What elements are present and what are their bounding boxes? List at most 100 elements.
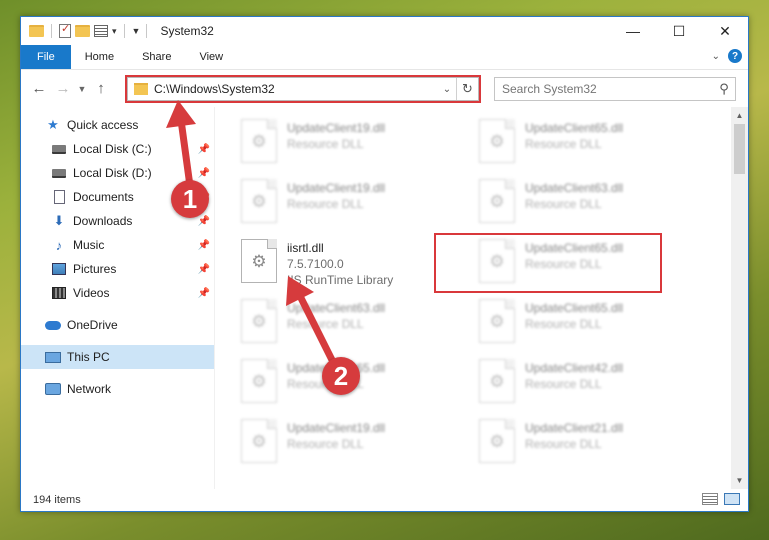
folder-icon bbox=[134, 83, 148, 95]
file-version: 7.5.7100.0 bbox=[287, 257, 344, 271]
large-icons-view-icon[interactable] bbox=[724, 493, 740, 505]
sidebar-item-local-disk-c[interactable]: Local Disk (C:) 📌 bbox=[21, 137, 214, 161]
scroll-down-icon[interactable]: ▼ bbox=[731, 472, 748, 489]
sidebar-item-videos[interactable]: Videos 📌 bbox=[21, 281, 214, 305]
vertical-scrollbar[interactable]: ▲ ▼ bbox=[731, 107, 748, 489]
file-item[interactable]: ⚙ UpdateClient63.dll Resource DLL bbox=[479, 175, 717, 235]
sidebar-item-onedrive[interactable]: OneDrive bbox=[21, 313, 214, 337]
file-name: UpdateClient21.dll bbox=[525, 421, 624, 435]
file-name: UpdateClient65.dll bbox=[525, 301, 624, 315]
sidebar-item-label: Pictures bbox=[73, 262, 117, 276]
tab-view[interactable]: View bbox=[185, 45, 237, 69]
window-controls: — ☐ ✕ bbox=[610, 17, 748, 45]
pc-icon bbox=[45, 350, 61, 364]
file-item[interactable]: ⚙ UpdateClient21.dll Resource DLL bbox=[479, 415, 717, 475]
file-type: Resource DLL bbox=[525, 377, 602, 391]
file-item[interactable]: ⚙ UpdateClient63.dll Resource DLL bbox=[241, 295, 479, 355]
content-area: ★ Quick access Local Disk (C:) 📌 Local D… bbox=[21, 107, 748, 489]
new-folder-icon[interactable] bbox=[75, 25, 90, 37]
documents-icon bbox=[51, 190, 67, 204]
close-button[interactable]: ✕ bbox=[702, 17, 748, 45]
minimize-button[interactable]: — bbox=[610, 17, 656, 45]
sidebar-item-label: Local Disk (D:) bbox=[73, 166, 152, 180]
dll-file-icon: ⚙ bbox=[241, 419, 277, 463]
title-divider bbox=[146, 24, 148, 38]
properties-icon[interactable] bbox=[59, 22, 71, 38]
downloads-icon: ⬇ bbox=[53, 213, 65, 228]
dll-file-icon: ⚙ bbox=[479, 239, 515, 283]
sidebar-item-label: Local Disk (C:) bbox=[73, 142, 152, 156]
file-name: UpdateClient63.dll bbox=[287, 301, 386, 315]
chevron-down-icon[interactable]: ▾ bbox=[112, 26, 117, 37]
file-item[interactable]: ⚙ UpdateClient19.dll Resource DLL bbox=[241, 175, 479, 235]
sidebar-item-this-pc[interactable]: This PC bbox=[21, 345, 214, 369]
scroll-thumb[interactable] bbox=[734, 124, 745, 174]
file-item[interactable]: ⚙ UpdateClient19.dll Resource DLL bbox=[241, 115, 479, 175]
forward-arrow-icon[interactable]: → bbox=[51, 80, 75, 97]
file-item[interactable]: ⚙ UpdateClient65.dllResource DLL bbox=[479, 295, 717, 355]
file-name: UpdateClient63.dll bbox=[525, 181, 624, 195]
tab-home[interactable]: Home bbox=[71, 45, 128, 69]
file-type: Resource DLL bbox=[525, 317, 602, 331]
search-input[interactable] bbox=[502, 82, 713, 96]
item-count: 194 items bbox=[33, 494, 81, 506]
up-arrow-icon[interactable]: ↑ bbox=[89, 80, 113, 97]
file-type: Resource DLL bbox=[287, 197, 364, 211]
pin-icon[interactable]: 📌 bbox=[198, 144, 210, 155]
sidebar-item-quick-access[interactable]: ★ Quick access bbox=[21, 113, 214, 137]
file-name: iisrtl.dll bbox=[287, 241, 324, 255]
step-1-badge: 1 bbox=[171, 180, 209, 218]
maximize-button[interactable]: ☐ bbox=[656, 17, 702, 45]
file-type: Resource DLL bbox=[525, 137, 602, 151]
details-view-icon[interactable] bbox=[702, 493, 718, 505]
file-item[interactable]: ⚙ UpdateClient65.dllResource DLL bbox=[241, 355, 479, 415]
music-icon: ♪ bbox=[55, 237, 63, 253]
tab-file[interactable]: File bbox=[21, 45, 71, 69]
refresh-icon[interactable]: ↻ bbox=[456, 78, 478, 100]
dll-file-icon: ⚙ bbox=[479, 119, 515, 163]
folder-icon[interactable] bbox=[29, 25, 44, 37]
address-path[interactable]: C:\Windows\System32 bbox=[154, 82, 438, 96]
window-title: System32 bbox=[160, 24, 214, 38]
sidebar-item-label: This PC bbox=[67, 350, 110, 364]
dll-file-icon: ⚙ bbox=[241, 119, 277, 163]
file-item[interactable]: ⚙ UpdateClient19.dll Resource DLL bbox=[241, 415, 479, 475]
file-type: IIS RunTime Library bbox=[287, 273, 394, 287]
file-item[interactable]: ⚙ UpdateClient65.dllResource DLL bbox=[479, 235, 717, 295]
file-type: Resource DLL bbox=[287, 317, 364, 331]
recent-locations-icon[interactable]: ▼ bbox=[75, 84, 89, 94]
expand-ribbon-icon[interactable]: ⌄ bbox=[712, 51, 720, 62]
dll-file-icon: ⚙ bbox=[241, 299, 277, 343]
customize-toolbar-icon[interactable]: ▼ bbox=[132, 26, 141, 36]
search-box[interactable]: ⚲ bbox=[494, 77, 736, 101]
file-type: Resource DLL bbox=[525, 437, 602, 451]
sidebar-item-pictures[interactable]: Pictures 📌 bbox=[21, 257, 214, 281]
file-item[interactable]: ⚙ UpdateClient65.dllResource DLL bbox=[479, 115, 717, 175]
view-menu-icon[interactable] bbox=[94, 25, 108, 37]
disk-icon bbox=[51, 166, 67, 180]
pin-icon[interactable]: 📌 bbox=[198, 168, 210, 179]
pin-icon[interactable]: 📌 bbox=[198, 264, 210, 275]
help-icon[interactable]: ? bbox=[728, 49, 742, 63]
chevron-down-icon[interactable]: ⌄ bbox=[438, 84, 456, 95]
pin-icon[interactable]: 📌 bbox=[198, 240, 210, 251]
sidebar-item-label: Documents bbox=[73, 190, 134, 204]
file-list: ⚙ UpdateClient19.dll Resource DLL ⚙ Updat… bbox=[215, 107, 748, 489]
back-arrow-icon[interactable]: ← bbox=[27, 80, 51, 97]
pin-icon[interactable]: 📌 bbox=[198, 288, 210, 299]
file-item-iisrtl[interactable]: ⚙ iisrtl.dll 7.5.7100.0 IIS RunTime Libr… bbox=[241, 235, 479, 295]
sidebar-item-label: Quick access bbox=[67, 118, 139, 132]
tab-share[interactable]: Share bbox=[128, 45, 185, 69]
file-item[interactable]: ⚙ UpdateClient42.dll Resource DLL bbox=[479, 355, 717, 415]
sidebar-item-network[interactable]: Network bbox=[21, 377, 214, 401]
sidebar-item-label: Downloads bbox=[73, 214, 133, 228]
search-icon[interactable]: ⚲ bbox=[713, 81, 735, 97]
file-name: UpdateClient19.dll bbox=[287, 121, 386, 135]
dll-file-icon: ⚙ bbox=[241, 359, 277, 403]
pin-icon[interactable]: 📌 bbox=[198, 216, 210, 227]
address-bar[interactable]: C:\Windows\System32 ⌄ ↻ bbox=[127, 77, 479, 101]
sidebar-item-music[interactable]: ♪ Music 📌 bbox=[21, 233, 214, 257]
scroll-up-icon[interactable]: ▲ bbox=[731, 107, 748, 124]
pictures-icon bbox=[51, 262, 67, 276]
ribbon-tabs: File Home Share View ⌄ ? bbox=[21, 45, 748, 69]
